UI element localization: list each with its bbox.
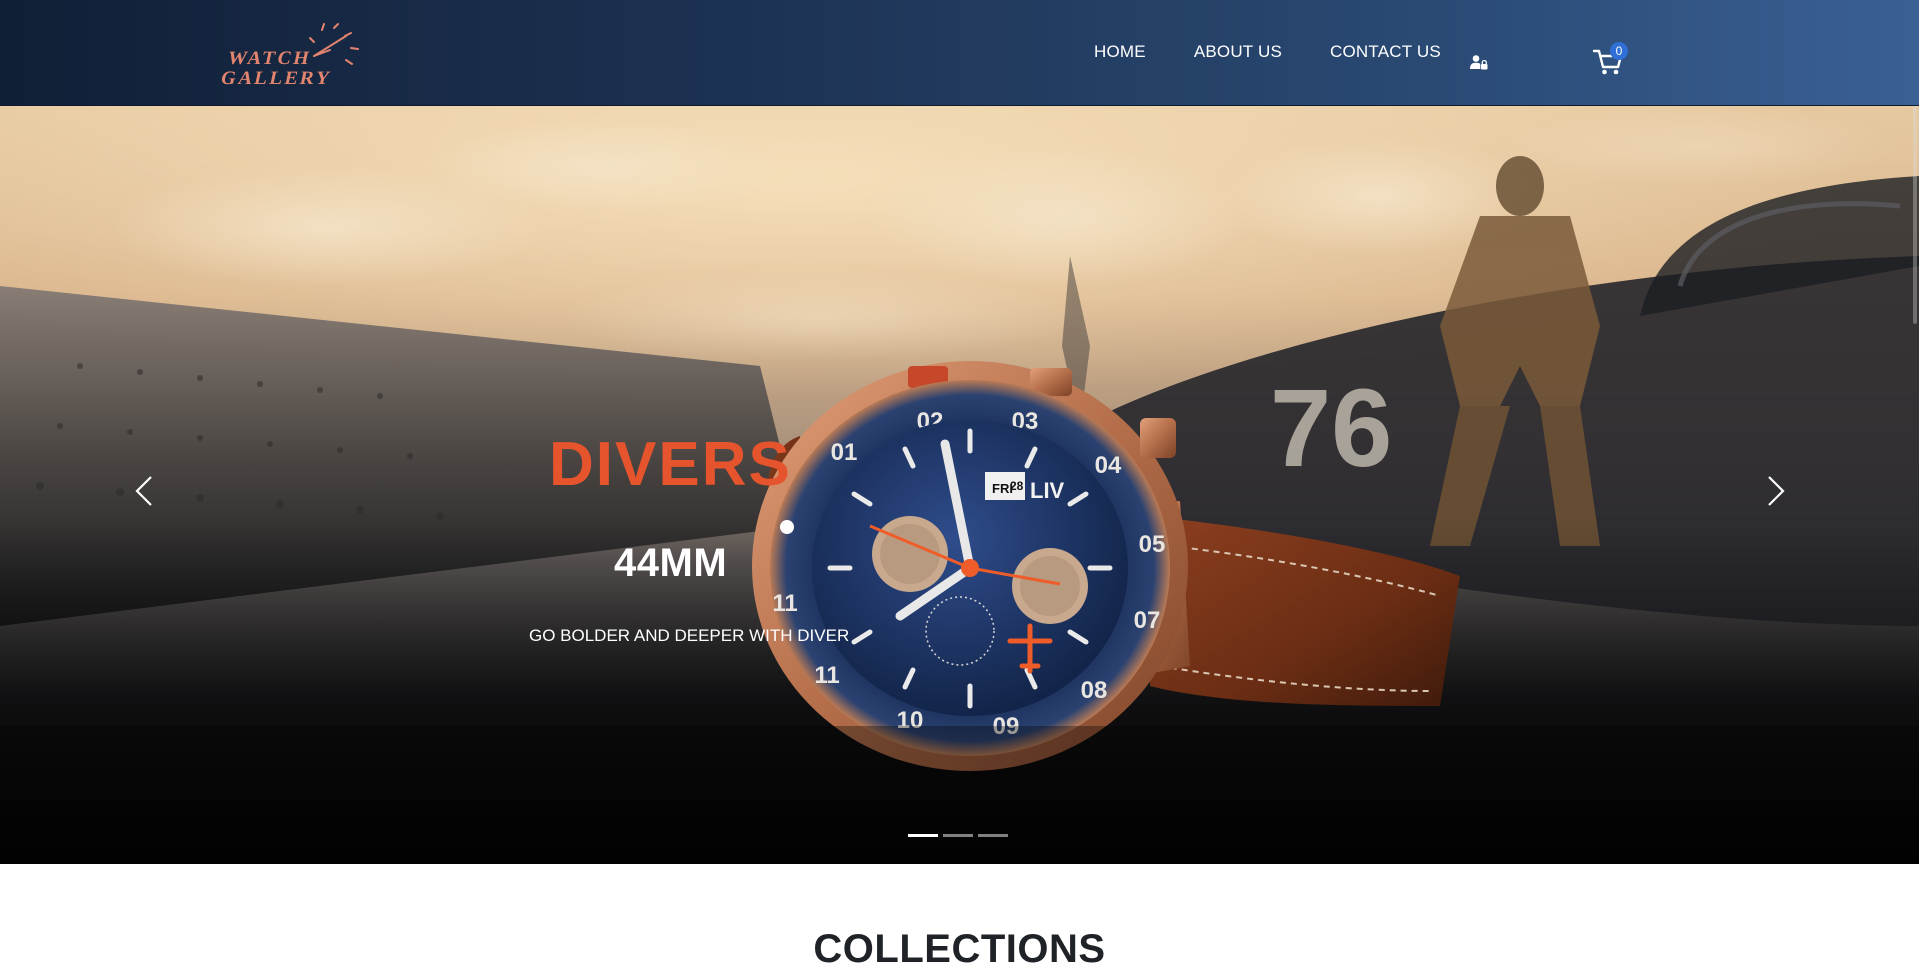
navbar: WATCH GALLERY HOME ABOUT US CONTACT US 0 — [0, 0, 1919, 106]
svg-text:07: 07 — [1134, 607, 1161, 634]
carousel-indicator-3[interactable] — [978, 834, 1008, 837]
chevron-right-icon — [1768, 476, 1785, 506]
nav-about-link[interactable]: ABOUT US — [1194, 42, 1282, 62]
carousel-indicator-1[interactable] — [908, 834, 938, 837]
chevron-left-icon — [135, 476, 152, 506]
watch-gallery-logo[interactable]: WATCH GALLERY — [218, 22, 382, 90]
carousel-indicator-2[interactable] — [943, 834, 973, 837]
nav-home-link[interactable]: HOME — [1094, 42, 1146, 62]
hero-title: DIVERS — [549, 430, 792, 499]
nav-contact-link[interactable]: CONTACT US — [1330, 42, 1441, 62]
main-nav: HOME ABOUT US CONTACT US — [1094, 42, 1489, 62]
logo-text-watch: WATCH — [225, 48, 314, 69]
hero-tagline: GO BOLDER AND DEEPER WITH DIVER — [529, 626, 850, 645]
svg-text:01: 01 — [831, 439, 858, 466]
carousel-prev-button[interactable] — [124, 464, 164, 518]
user-lock-icon[interactable] — [1470, 54, 1488, 75]
svg-text:11: 11 — [814, 662, 839, 689]
svg-text:28: 28 — [1010, 479, 1024, 493]
collections-heading: COLLECTIONS — [813, 927, 1106, 971]
hero-subtitle: 44MM — [614, 541, 728, 585]
logo-text-gallery: GALLERY — [218, 68, 335, 89]
hero-background-image: 76 02 — [0, 106, 1919, 864]
svg-text:08: 08 — [1081, 677, 1108, 704]
carousel-indicators — [908, 834, 1013, 837]
svg-text:05: 05 — [1139, 531, 1166, 558]
hero-carousel: 76 02 — [0, 106, 1919, 864]
svg-text:04: 04 — [1095, 452, 1122, 479]
cart-count-badge: 0 — [1610, 42, 1628, 60]
svg-text:11: 11 — [772, 590, 797, 617]
carousel-next-button[interactable] — [1756, 464, 1796, 518]
cart-button[interactable]: 0 — [1592, 42, 1628, 80]
svg-text:LIV: LIV — [1030, 478, 1065, 503]
